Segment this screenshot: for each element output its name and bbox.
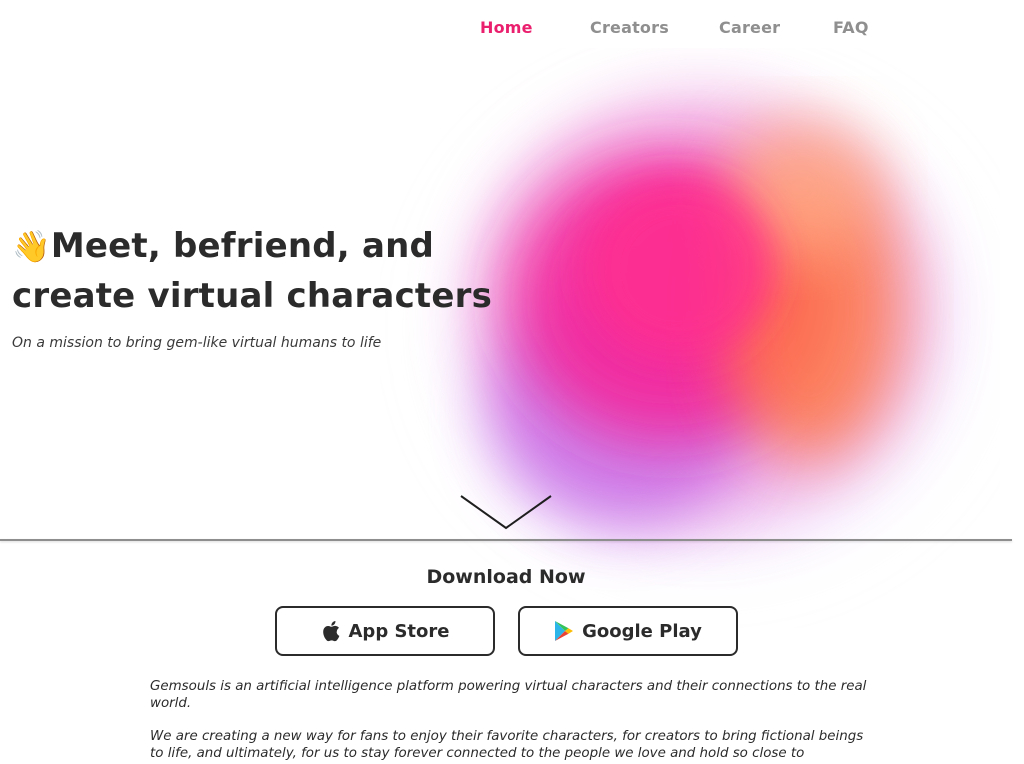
hero-title-text-1: Meet, befriend, and	[50, 226, 435, 266]
hero-title: 👋Meet, befriend, and create virtual char…	[12, 222, 492, 321]
about-paragraph-1: Gemsouls is an artificial intelligence p…	[150, 679, 867, 711]
hero-title-line-1: 👋Meet, befriend, and	[12, 222, 492, 272]
section-divider	[0, 539, 1012, 541]
waving-hand-icon: 👋	[12, 229, 51, 265]
about-paragraph-2: We are creating a new way for fans to en…	[150, 729, 864, 761]
hero-title-line-2: create virtual characters	[12, 276, 493, 316]
google-play-label: Google Play	[582, 620, 702, 642]
google-play-button[interactable]: Google Play	[518, 606, 738, 656]
apple-icon	[321, 620, 341, 642]
app-store-button[interactable]: App Store	[275, 606, 495, 656]
hero-subtitle: On a mission to bring gem-like virtual h…	[12, 335, 382, 351]
nav-creators-link[interactable]: Creators	[590, 18, 669, 37]
nav-career-link[interactable]: Career	[719, 18, 780, 37]
app-store-label: App Store	[348, 620, 450, 642]
about-section: Gemsouls is an artificial intelligence p…	[150, 678, 870, 764]
google-play-icon	[554, 620, 574, 642]
page: Home Creators Career FAQ 👋Meet, befriend…	[0, 0, 1024, 764]
hero-section: 👋Meet, befriend, and create virtual char…	[12, 222, 492, 351]
chevron-down-icon[interactable]	[459, 494, 553, 532]
download-title: Download Now	[426, 566, 586, 588]
nav-home-link[interactable]: Home	[480, 18, 533, 37]
top-navigation: Home Creators Career FAQ	[0, 18, 1024, 42]
nav-faq-link[interactable]: FAQ	[833, 18, 869, 37]
